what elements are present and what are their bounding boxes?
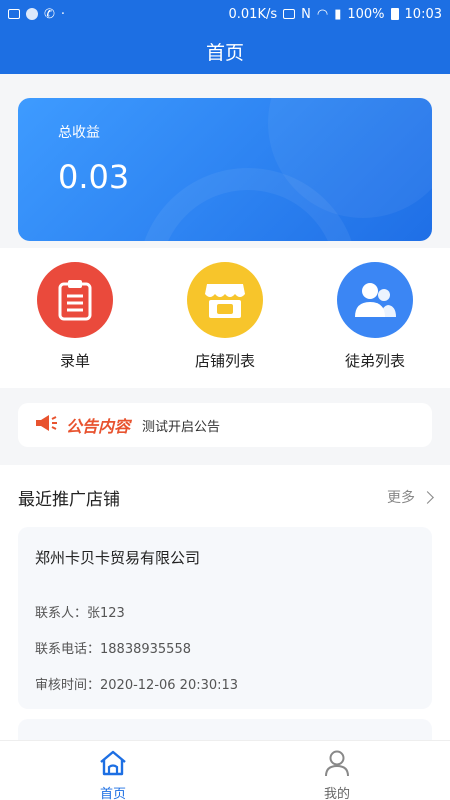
quick-action-label: 店铺列表	[194, 352, 255, 370]
page-title: 首页	[205, 41, 244, 64]
phone-icon: ✆	[44, 6, 55, 22]
sim-icon	[283, 9, 296, 19]
shop-phone: 联系电话：18838935558	[35, 642, 191, 657]
recent-shops-section: 最近推广店铺 更多 郑州卡贝卡贸易有限公司 联系人：张123 联系电话：1883…	[0, 465, 450, 750]
status-bar: ✆ · 0.01K/s N ◠ ▮ 100% 10:03	[0, 0, 450, 28]
quick-action-label: 录单	[59, 352, 90, 370]
more-link[interactable]: 更多	[387, 487, 434, 507]
bottom-tab-bar: 首页 我的	[0, 740, 450, 800]
user-icon	[292, 747, 382, 779]
shop-name: 郑州卡贝卡贸易有限公司	[35, 549, 201, 567]
clipboard-icon	[37, 262, 113, 338]
tab-label: 我的	[323, 787, 350, 800]
quick-action-apprentice-list[interactable]: 徒弟列表	[320, 262, 430, 371]
net-speed: 0.01K/s	[228, 6, 278, 22]
announcement-text: 测试开启公告	[142, 419, 221, 435]
quick-action-record-order[interactable]: 录单	[20, 262, 130, 371]
shop-contact: 联系人：张123	[35, 606, 125, 621]
gallery-icon	[8, 9, 20, 19]
more-label: 更多	[387, 490, 415, 506]
quick-action-shop-list[interactable]: 店铺列表	[170, 262, 280, 371]
earnings-card: 总收益 0.03	[18, 98, 432, 241]
battery-percent: 100%	[347, 6, 385, 22]
announcement-bar[interactable]: 公告内容 测试开启公告	[18, 403, 432, 447]
megaphone-icon	[34, 413, 58, 437]
wifi-icon: ◠	[316, 6, 329, 22]
battery-icon	[390, 8, 399, 20]
store-icon	[187, 262, 263, 338]
tab-home[interactable]: 首页	[68, 747, 158, 800]
earnings-label: 总收益	[58, 125, 100, 141]
status-left-icons: ✆ ·	[8, 7, 65, 22]
section-title: 最近推广店铺	[18, 490, 120, 510]
nfc-icon: N	[301, 6, 311, 22]
status-right-icons: 0.01K/s N ◠ ▮ 100% 10:03	[229, 7, 443, 22]
app-header: 首页	[0, 28, 450, 74]
chevron-right-icon	[421, 490, 434, 504]
home-icon	[68, 747, 158, 779]
tab-label: 首页	[99, 787, 126, 800]
announcement-tag: 公告内容	[66, 417, 131, 436]
shop-card[interactable]: 郑州卡贝卡贸易有限公司 联系人：张123 联系电话：18838935558 审核…	[18, 527, 432, 709]
quick-action-label: 徒弟列表	[344, 352, 405, 370]
shop-review-time: 审核时间：2020-12-06 20:30:13	[35, 678, 239, 693]
notification-icon	[26, 8, 38, 20]
signal-icon: ▮	[334, 6, 342, 22]
users-icon	[337, 262, 413, 338]
dot-icon: ·	[60, 6, 66, 22]
quick-actions: 录单 店铺列表 徒弟列表	[0, 248, 450, 388]
clock: 10:03	[404, 6, 442, 22]
earnings-value: 0.03	[58, 158, 130, 196]
tab-mine[interactable]: 我的	[292, 747, 382, 800]
